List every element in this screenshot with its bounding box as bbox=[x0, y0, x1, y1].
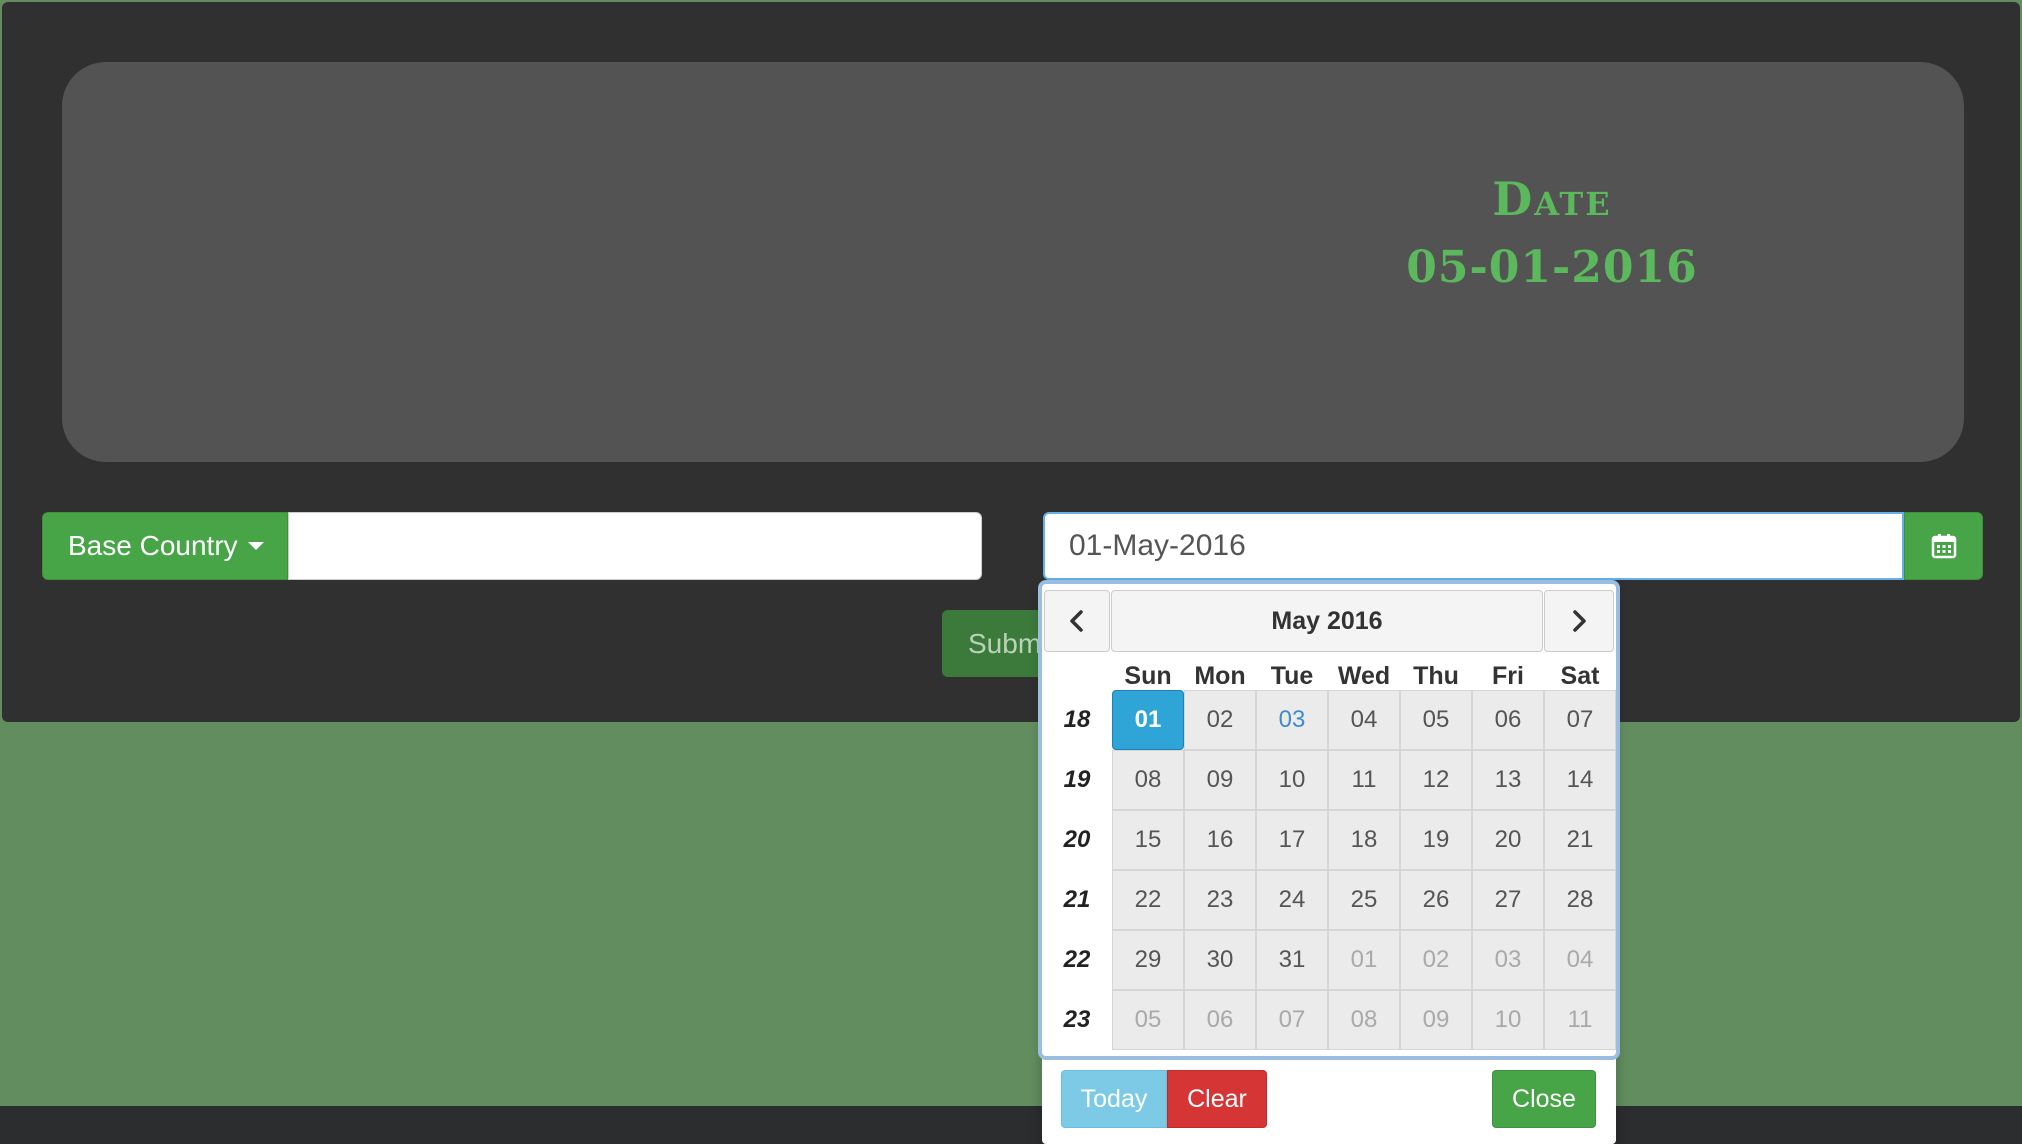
day-cell[interactable]: 07 bbox=[1256, 990, 1328, 1050]
month-year-switch[interactable]: May 2016 bbox=[1111, 590, 1543, 652]
week-number: 21 bbox=[1063, 886, 1091, 913]
calendar-button[interactable] bbox=[1904, 512, 1983, 580]
day-cell[interactable]: 17 bbox=[1256, 810, 1328, 870]
hero-date-value: 05-01-2016 bbox=[1406, 242, 1698, 293]
hero-banner: Date 05-01-2016 bbox=[62, 62, 1964, 462]
day-cell[interactable]: 20 bbox=[1472, 810, 1544, 870]
clear-button[interactable]: Clear bbox=[1167, 1070, 1267, 1128]
base-country-dropdown-button[interactable]: Base Country bbox=[42, 512, 288, 580]
day-cell[interactable]: 14 bbox=[1544, 750, 1616, 810]
day-cell[interactable]: 02 bbox=[1184, 690, 1256, 750]
calendar-icon bbox=[1931, 534, 1956, 559]
day-cell[interactable]: 03 bbox=[1256, 690, 1328, 750]
day-cell[interactable]: 03 bbox=[1472, 930, 1544, 990]
close-button[interactable]: Close bbox=[1492, 1070, 1596, 1128]
day-cell[interactable]: 10 bbox=[1472, 990, 1544, 1050]
country-input-group: Base Country bbox=[42, 512, 982, 580]
day-cell[interactable]: 06 bbox=[1472, 690, 1544, 750]
week-number: 19 bbox=[1063, 766, 1091, 793]
day-cell[interactable]: 21 bbox=[1544, 810, 1616, 870]
base-country-label: Base Country bbox=[68, 530, 238, 561]
day-cell[interactable]: 26 bbox=[1400, 870, 1472, 930]
day-cell[interactable]: 23 bbox=[1184, 870, 1256, 930]
day-cell[interactable]: 07 bbox=[1544, 690, 1616, 750]
day-cell[interactable]: 30 bbox=[1184, 930, 1256, 990]
day-cell[interactable]: 10 bbox=[1256, 750, 1328, 810]
date-text-input[interactable]: 01-May-2016 bbox=[1043, 512, 1904, 580]
chevron-left-icon bbox=[1070, 610, 1083, 632]
week-number: 23 bbox=[1063, 1006, 1091, 1033]
day-cell[interactable]: 18 bbox=[1328, 810, 1400, 870]
day-cell[interactable]: 04 bbox=[1328, 690, 1400, 750]
day-cell[interactable]: 31 bbox=[1256, 930, 1328, 990]
day-cell[interactable]: 28 bbox=[1544, 870, 1616, 930]
selected-day-cell[interactable]: 01 bbox=[1112, 690, 1184, 750]
next-month-button[interactable] bbox=[1544, 590, 1614, 652]
day-cell[interactable]: 24 bbox=[1256, 870, 1328, 930]
day-cell[interactable]: 08 bbox=[1112, 750, 1184, 810]
day-cell[interactable]: 06 bbox=[1184, 990, 1256, 1050]
day-cell[interactable]: 27 bbox=[1472, 870, 1544, 930]
day-cell[interactable]: 11 bbox=[1328, 750, 1400, 810]
day-cell[interactable]: 05 bbox=[1112, 990, 1184, 1050]
week-number: 18 bbox=[1063, 706, 1091, 733]
day-cell[interactable]: 08 bbox=[1328, 990, 1400, 1050]
hero-date-label: Date bbox=[1492, 172, 1612, 226]
day-cell[interactable]: 22 bbox=[1112, 870, 1184, 930]
day-cell[interactable]: 05 bbox=[1400, 690, 1472, 750]
app-panel: Date 05-01-2016 Base Country 01-May-2016… bbox=[2, 2, 2020, 722]
today-button[interactable]: Today bbox=[1061, 1070, 1167, 1128]
day-cell[interactable]: 15 bbox=[1112, 810, 1184, 870]
week-number: 22 bbox=[1063, 946, 1091, 973]
date-input-group: 01-May-2016 bbox=[1043, 512, 1983, 580]
caret-down-icon bbox=[247, 542, 264, 550]
country-text-input[interactable] bbox=[288, 512, 982, 580]
day-cell[interactable]: 12 bbox=[1400, 750, 1472, 810]
week-number: 20 bbox=[1063, 826, 1091, 853]
day-cell[interactable]: 01 bbox=[1328, 930, 1400, 990]
day-cell[interactable]: 02 bbox=[1400, 930, 1472, 990]
day-cell[interactable]: 09 bbox=[1400, 990, 1472, 1050]
day-cell[interactable]: 13 bbox=[1472, 750, 1544, 810]
prev-month-button[interactable] bbox=[1044, 590, 1110, 652]
day-cell[interactable]: 25 bbox=[1328, 870, 1400, 930]
footer-bar bbox=[0, 1106, 2022, 1144]
day-cell[interactable]: 04 bbox=[1544, 930, 1616, 990]
chevron-right-icon bbox=[1573, 610, 1586, 632]
day-cell[interactable]: 09 bbox=[1184, 750, 1256, 810]
day-cell[interactable]: 11 bbox=[1544, 990, 1616, 1050]
day-cell[interactable]: 19 bbox=[1400, 810, 1472, 870]
day-cell[interactable]: 29 bbox=[1112, 930, 1184, 990]
datepicker-popup: May 2016 Sun Mon Tue Wed Thu Fri Sat 18 01 02 03 04… bbox=[1038, 580, 1620, 1144]
day-cell[interactable]: 16 bbox=[1184, 810, 1256, 870]
